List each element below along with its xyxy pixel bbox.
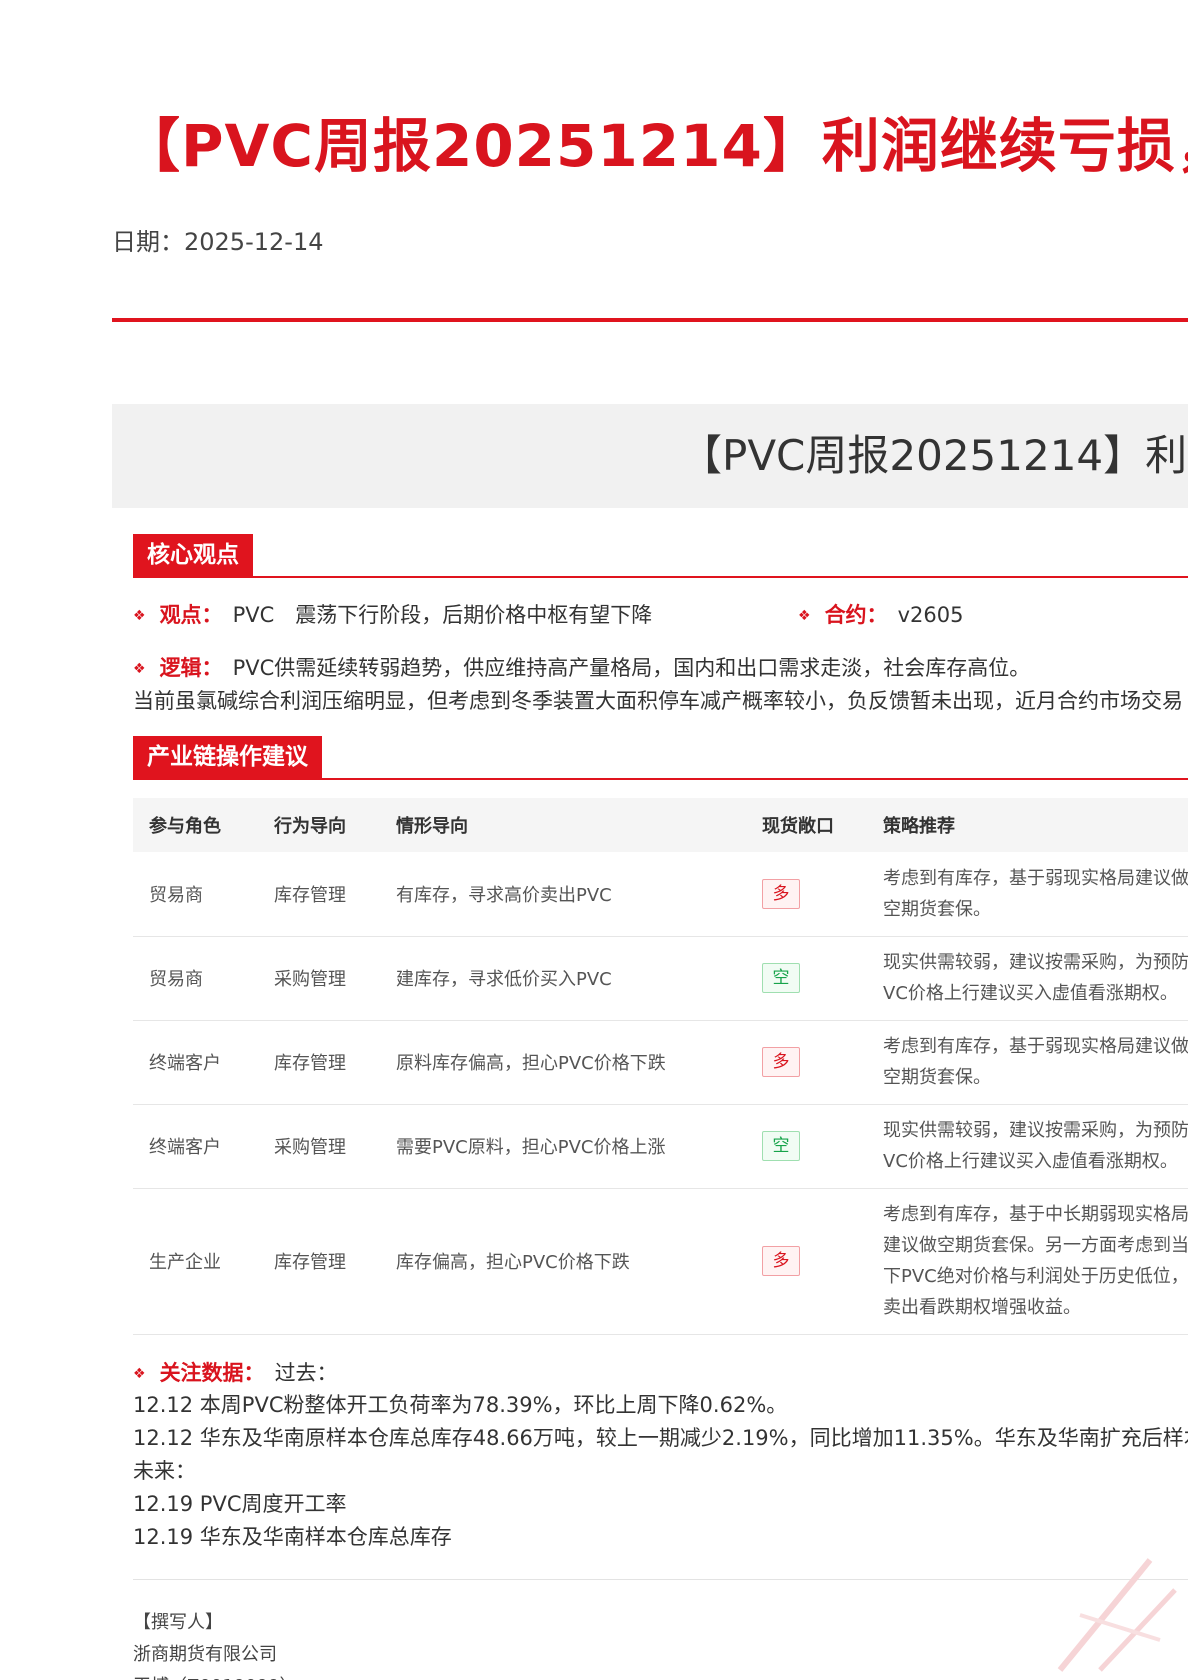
strategy-cell: 考虑到有库存，基于弱现实格局建议做 空期货套保。 xyxy=(867,1020,1188,1105)
logic-key: 逻辑： xyxy=(159,656,223,680)
exposure-cell: 空 xyxy=(746,1104,867,1189)
strategy-cell: 考虑到有库存，基于弱现实格局建议做 空期货套保。 xyxy=(867,852,1188,937)
watermark-icon xyxy=(1057,1558,1177,1672)
table-row: 终端客户 采购管理 需要PVC原料，担心PVC价格上涨 空 现实供需较弱，建议按… xyxy=(133,1104,1188,1189)
core-view-section-header: 核心观点 xyxy=(133,534,1188,578)
focus-data-line: 未来： xyxy=(133,1459,196,1483)
date-label: 日期： xyxy=(112,228,184,256)
diamond-bullet-icon: ❖ xyxy=(133,1366,146,1382)
report-page: 【PVC周报20251214】利润继续亏损，但难 日期：2025-12-14 【… xyxy=(0,0,1188,1680)
behavior-cell: 库存管理 xyxy=(258,852,380,937)
behavior-cell: 采购管理 xyxy=(258,1104,380,1189)
situation-cell: 有库存，寻求高价卖出PVC xyxy=(380,852,746,937)
logic-continuation: 当前虽氯碱综合利润压缩明显，但考虑到冬季装置大面积停车减产概率较小，负反馈暂未出… xyxy=(133,689,1183,713)
logic-line: ❖ 逻辑： PVC供需延续转弱趋势，供应维持高产量格局，国内和出口需求走淡，社会库存… xyxy=(133,653,1030,686)
title-divider xyxy=(112,318,1188,322)
behavior-cell: 采购管理 xyxy=(258,936,380,1021)
diamond-bullet-icon: ❖ xyxy=(798,608,811,624)
exposure-cell: 多 xyxy=(746,1188,867,1335)
view-line: ❖ 观点： PVC 震荡下行阶段，后期价格中枢有望下降 xyxy=(133,600,652,633)
exposure-cell: 多 xyxy=(746,852,867,937)
contract-key: 合约： xyxy=(824,603,888,627)
exposure-cell: 多 xyxy=(746,1020,867,1105)
col-header-exposure: 现货敞口 xyxy=(746,798,867,852)
diamond-bullet-icon: ❖ xyxy=(133,661,146,677)
role-cell: 终端客户 xyxy=(133,1020,258,1105)
focus-data-line: 12.12 本周PVC粉整体开工负荷率为78.39%，环比上周下降0.62%。 xyxy=(133,1393,788,1417)
focus-line: ❖ 关注数据： 过去： xyxy=(133,1358,338,1391)
exposure-cell: 空 xyxy=(746,936,867,1021)
footer-divider xyxy=(133,1579,1188,1580)
strategy-line: 下PVC绝对价格与利润处于历史低位， xyxy=(883,1266,1188,1287)
strategy-line: 考虑到有库存，基于中长期弱现实格局 xyxy=(883,1204,1188,1225)
author-name: 王博（Z0019099） xyxy=(133,1672,298,1680)
behavior-cell: 库存管理 xyxy=(258,1020,380,1105)
exposure-badge: 多 xyxy=(762,878,800,909)
strategy-cell: 现实供需较弱，建议按需采购，为预防 VC价格上行建议买入虚值看涨期权。 xyxy=(867,936,1188,1021)
strategy-cell: 现实供需较弱，建议按需采购，为预防 VC价格上行建议买入虚值看涨期权。 xyxy=(867,1104,1188,1189)
col-header-strategy: 策略推荐 xyxy=(867,798,1188,852)
contract-line: ❖ 合约： v2605 xyxy=(798,600,963,633)
strategy-line: 现实供需较弱，建议按需采购，为预防 xyxy=(883,952,1188,973)
strategy-line: VC价格上行建议买入虚值看涨期权。 xyxy=(883,1151,1178,1172)
date-value: 2025-12-14 xyxy=(184,228,324,256)
behavior-cell: 库存管理 xyxy=(258,1188,380,1335)
strategy-line: 建议做空期货套保。另一方面考虑到当 xyxy=(883,1235,1188,1256)
exposure-badge: 空 xyxy=(762,963,800,993)
role-cell: 生产企业 xyxy=(133,1188,258,1335)
situation-cell: 原料库存偏高，担心PVC价格下跌 xyxy=(380,1020,746,1105)
operation-table: 参与角色 行为导向 情形导向 现货敞口 策略推荐 贸易商 库存管理 有库存，寻求… xyxy=(133,798,1188,1335)
strategy-line: 考虑到有库存，基于弱现实格局建议做 xyxy=(883,1036,1188,1057)
focus-past-label: 过去： xyxy=(274,1361,338,1385)
strategy-line: 考虑到有库存，基于弱现实格局建议做 xyxy=(883,867,1188,889)
situation-cell: 库存偏高，担心PVC价格下跌 xyxy=(380,1188,746,1335)
table-row: 贸易商 采购管理 建库存，寻求低价买入PVC 空 现实供需较弱，建议按需采购，为… xyxy=(133,936,1188,1021)
col-header-situation: 情形导向 xyxy=(380,798,746,852)
strategy-cell: 考虑到有库存，基于中长期弱现实格局 建议做空期货套保。另一方面考虑到当 下PVC… xyxy=(867,1188,1188,1335)
strategy-line: 空期货套保。 xyxy=(883,1067,991,1088)
chain-section-header: 产业链操作建议 xyxy=(133,736,1188,780)
focus-data-line: 12.19 华东及华南样本仓库总库存 xyxy=(133,1525,452,1549)
focus-data-line: 12.19 PVC周度开工率 xyxy=(133,1492,347,1516)
report-title: 【PVC周报20251214】利润继续亏损，但难 xyxy=(122,112,1188,180)
role-cell: 贸易商 xyxy=(133,936,258,1021)
strategy-line: VC价格上行建议买入虚值看涨期权。 xyxy=(883,983,1178,1004)
view-value: PVC 震荡下行阶段，后期价格中枢有望下降 xyxy=(232,603,653,627)
table-row: 贸易商 库存管理 有库存，寻求高价卖出PVC 多 考虑到有库存，基于弱现实格局建… xyxy=(133,852,1188,937)
table-row: 终端客户 库存管理 原料库存偏高，担心PVC价格下跌 多 考虑到有库存，基于弱现… xyxy=(133,1020,1188,1105)
contract-value: v2605 xyxy=(897,603,964,627)
exposure-badge: 多 xyxy=(762,1246,800,1276)
author-label: 【撰写人】 xyxy=(133,1612,223,1633)
strategy-line: 卖出看跌期权增强收益。 xyxy=(883,1297,1081,1318)
logic-value: PVC供需延续转弱趋势，供应维持高产量格局，国内和出口需求走淡，社会库存高位。 xyxy=(232,656,1031,680)
table-header-row: 参与角色 行为导向 情形导向 现货敞口 策略推荐 xyxy=(133,798,1188,852)
exposure-badge: 空 xyxy=(762,1131,800,1161)
core-view-section-label: 核心观点 xyxy=(133,534,253,576)
focus-key: 关注数据： xyxy=(159,1361,265,1385)
situation-cell: 需要PVC原料，担心PVC价格上涨 xyxy=(380,1104,746,1189)
situation-cell: 建库存，寻求低价买入PVC xyxy=(380,936,746,1021)
focus-data-line: 12.12 华东及华南原样本仓库总库存48.66万吨，较上一期减少2.19%，同… xyxy=(133,1426,1188,1450)
chain-section-label: 产业链操作建议 xyxy=(133,736,322,778)
strategy-line: 空期货套保。 xyxy=(883,898,991,920)
view-key: 观点： xyxy=(159,603,223,627)
role-cell: 终端客户 xyxy=(133,1104,258,1189)
banner-title: 【PVC周报20251214】利润 xyxy=(680,431,1188,480)
strategy-line: 现实供需较弱，建议按需采购，为预防 xyxy=(883,1120,1188,1141)
col-header-role: 参与角色 xyxy=(133,798,258,852)
table-row: 生产企业 库存管理 库存偏高，担心PVC价格下跌 多 考虑到有库存，基于中长期弱… xyxy=(133,1188,1188,1335)
diamond-bullet-icon: ❖ xyxy=(133,608,146,624)
report-date: 日期：2025-12-14 xyxy=(112,222,323,257)
col-header-behavior: 行为导向 xyxy=(258,798,380,852)
banner: 【PVC周报20251214】利润 xyxy=(112,404,1188,508)
author-company: 浙商期货有限公司 xyxy=(133,1644,277,1665)
role-cell: 贸易商 xyxy=(133,852,258,937)
exposure-badge: 多 xyxy=(762,1047,800,1077)
